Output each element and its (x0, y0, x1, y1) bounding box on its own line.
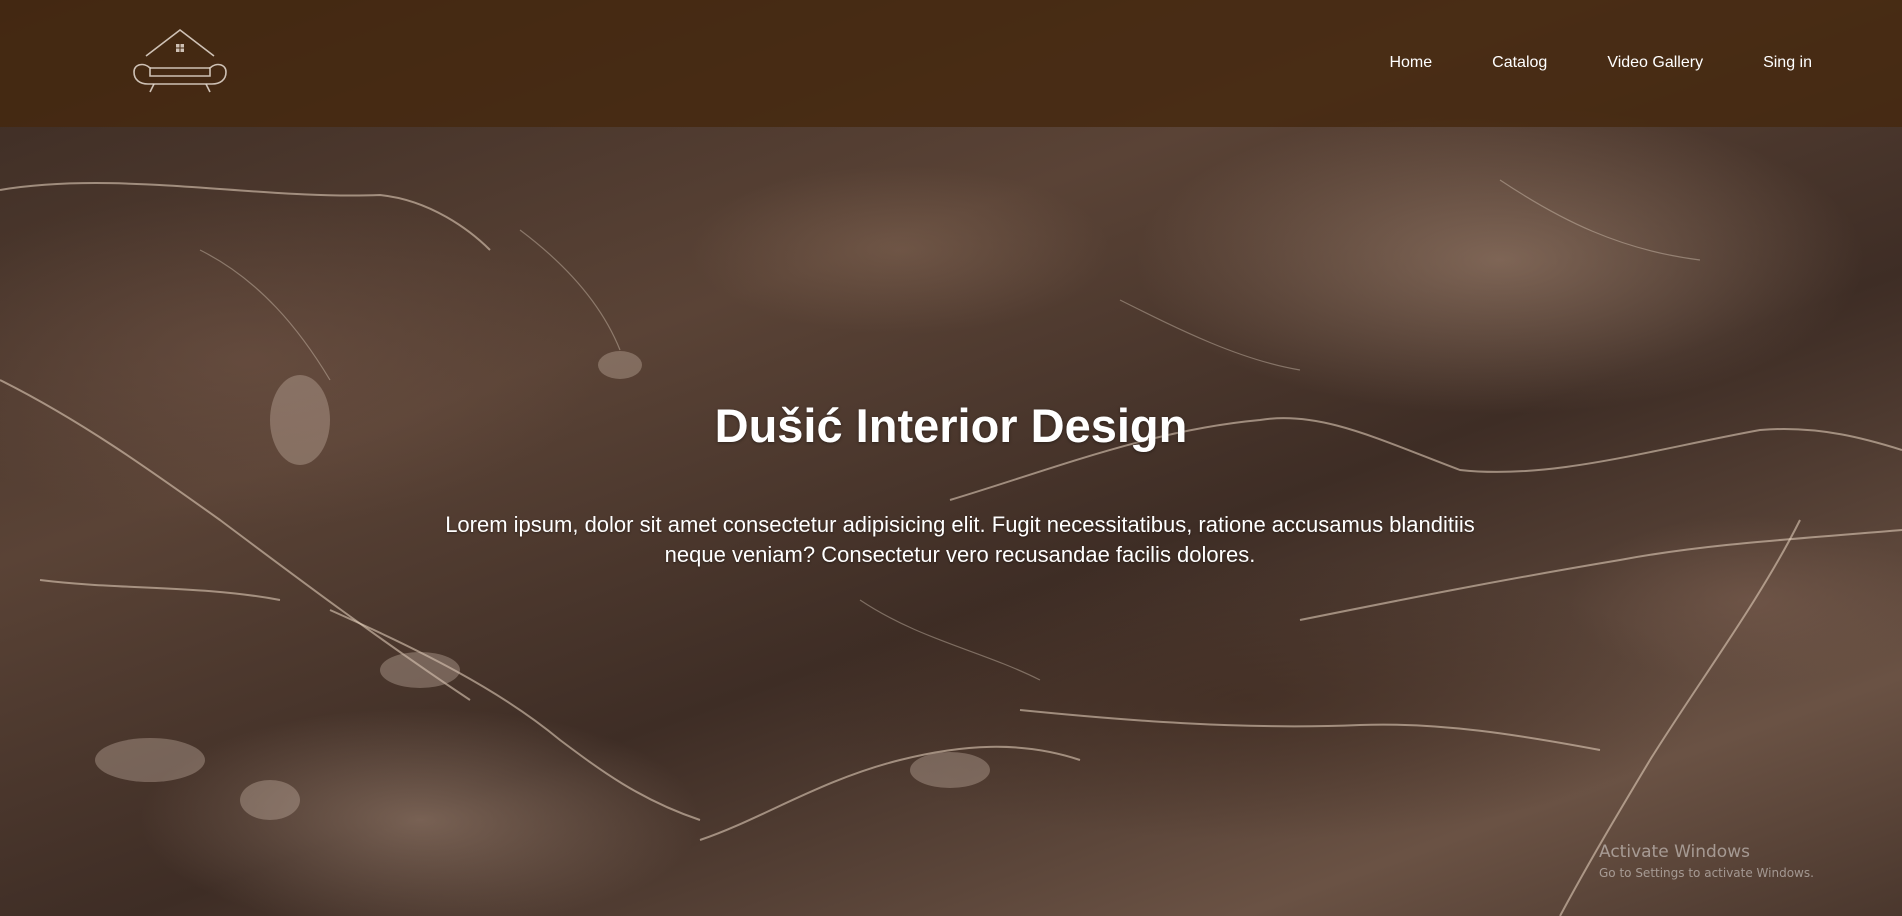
nav-home-link[interactable]: Home (1389, 54, 1432, 72)
watermark-title: Activate Windows (1599, 842, 1750, 862)
hero-background: Home Catalog Video Gallery Sing in Dušić… (0, 0, 1902, 916)
nav-catalog-link[interactable]: Catalog (1492, 54, 1547, 72)
site-header: Home Catalog Video Gallery Sing in (0, 0, 1902, 127)
sofa-house-logo-icon[interactable] (128, 26, 232, 98)
nav-sign-in-link[interactable]: Sing in (1763, 54, 1812, 72)
hero-description: Lorem ipsum, dolor sit amet consectetur … (445, 512, 1475, 567)
activate-windows-watermark: Activate Windows Go to Settings to activ… (1599, 842, 1814, 880)
watermark-subtitle: Go to Settings to activate Windows. (1599, 866, 1814, 880)
marble-veins (0, 179, 1902, 916)
nav-video-gallery-link[interactable]: Video Gallery (1607, 54, 1703, 72)
main-nav: Home Catalog Video Gallery Sing in (1329, 54, 1812, 72)
hero-title: Dušić Interior Design (714, 399, 1188, 452)
